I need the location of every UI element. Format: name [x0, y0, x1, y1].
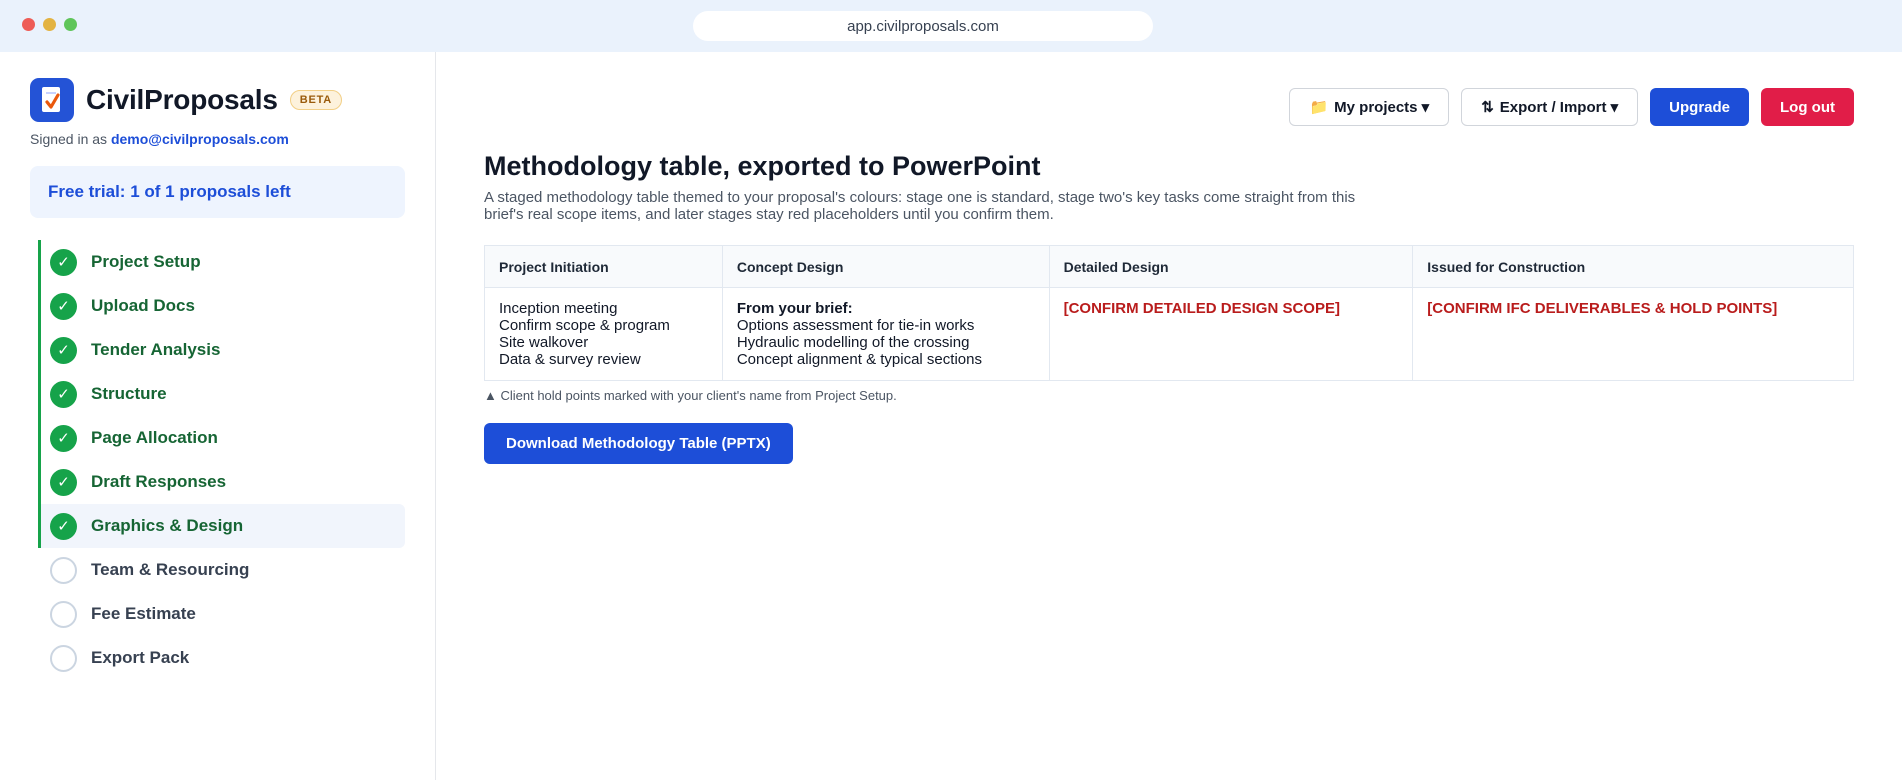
- table-header-row: Project Initiation Concept Design Detail…: [484, 245, 1854, 288]
- download-pptx-button[interactable]: Download Methodology Table (PPTX): [484, 423, 793, 464]
- address-bar[interactable]: app.civilproposals.com: [693, 11, 1153, 41]
- column-header: Issued for Construction: [1412, 245, 1854, 288]
- check-icon: ✓: [50, 248, 77, 276]
- concept-cell: From your brief: Options assessment for …: [721, 287, 1050, 381]
- task-item: Hydraulic modelling of the crossing: [736, 334, 970, 351]
- window-maximize-dot[interactable]: [64, 18, 77, 31]
- step-upload-docs[interactable]: ✓ Upload Docs: [38, 284, 405, 328]
- check-icon: ✓: [50, 292, 77, 320]
- main-content: 📁 My projects ▾ ⇅ Export / Import ▾ Upgr…: [437, 52, 1902, 780]
- upgrade-button[interactable]: Upgrade: [1650, 88, 1750, 126]
- step-project-setup[interactable]: ✓ Project Setup: [38, 240, 405, 284]
- my-projects-label: My projects ▾: [1334, 99, 1430, 116]
- check-icon: ✓: [50, 512, 77, 540]
- step-label: Draft Responses: [91, 472, 227, 491]
- brand: CivilProposals BETA: [30, 78, 343, 122]
- column-header: Concept Design: [721, 245, 1050, 288]
- hold-points-note: ▲ Client hold points marked with your cl…: [484, 388, 897, 403]
- methodology-table: Project Initiation Concept Design Detail…: [484, 245, 1854, 381]
- step-label: Team & Resourcing: [91, 560, 250, 579]
- placeholder-text: [CONFIRM DETAILED DESIGN SCOPE]: [1063, 300, 1340, 317]
- brand-logo-icon: [30, 78, 74, 122]
- signed-in-prefix: Signed in as: [30, 131, 108, 147]
- brand-name: CivilProposals: [86, 84, 278, 115]
- step-label: Structure: [91, 384, 167, 403]
- step-structure[interactable]: ✓ Structure: [38, 372, 405, 416]
- column-header: Project Initiation: [484, 245, 723, 288]
- sidebar: CivilProposals BETA Signed in as demo@ci…: [0, 52, 436, 780]
- signed-in-text: Signed in as demo@civilproposals.com: [30, 131, 289, 147]
- step-label: Export Pack: [91, 648, 190, 667]
- logout-button[interactable]: Log out: [1761, 88, 1854, 126]
- step-team-resourcing[interactable]: Team & Resourcing: [38, 548, 405, 592]
- user-email: demo@civilproposals.com: [110, 131, 289, 147]
- step-page-allocation[interactable]: ✓ Page Allocation: [38, 416, 405, 460]
- window-minimize-dot[interactable]: [43, 18, 56, 31]
- my-projects-button[interactable]: 📁 My projects ▾: [1289, 88, 1450, 126]
- empty-circle-icon: [50, 644, 77, 672]
- step-label: Page Allocation: [91, 428, 218, 447]
- step-tender-analysis[interactable]: ✓ Tender Analysis: [38, 328, 405, 372]
- free-trial-banner: Free trial: 1 of 1 proposals left: [30, 166, 405, 218]
- export-import-button[interactable]: ⇅ Export / Import ▾: [1461, 88, 1639, 126]
- step-label: Project Setup: [91, 252, 201, 271]
- step-export-pack[interactable]: Export Pack: [38, 636, 405, 680]
- page-title: Methodology table, exported to PowerPoin…: [484, 151, 1041, 181]
- check-icon: ✓: [50, 468, 77, 496]
- task-item: Site walkover: [499, 334, 589, 351]
- task-item: Data & survey review: [499, 351, 641, 368]
- ifc-cell: [CONFIRM IFC DELIVERABLES & HOLD POINTS]: [1412, 287, 1854, 381]
- task-item: Options assessment for tie-in works: [736, 317, 975, 334]
- column-header: Detailed Design: [1048, 245, 1414, 288]
- detailed-cell: [CONFIRM DETAILED DESIGN SCOPE]: [1048, 287, 1414, 381]
- beta-badge: BETA: [289, 90, 343, 110]
- window-close-dot[interactable]: [22, 18, 35, 31]
- step-draft-responses[interactable]: ✓ Draft Responses: [38, 460, 405, 504]
- empty-circle-icon: [50, 600, 77, 628]
- task-item: Inception meeting: [499, 300, 618, 317]
- brief-heading: From your brief:: [736, 300, 853, 317]
- check-icon: ✓: [50, 424, 77, 452]
- folder-icon: 📁: [1309, 99, 1329, 116]
- swap-arrows-icon: ⇅: [1481, 99, 1494, 116]
- task-item: Concept alignment & typical sections: [736, 351, 982, 368]
- check-icon: ✓: [50, 380, 77, 408]
- task-item: Confirm scope & program: [499, 317, 670, 334]
- step-label: Tender Analysis: [91, 340, 221, 359]
- top-toolbar: 📁 My projects ▾ ⇅ Export / Import ▾ Upgr…: [1289, 88, 1854, 126]
- step-graphics-design[interactable]: ✓ Graphics & Design: [38, 504, 405, 548]
- browser-chrome: app.civilproposals.com: [0, 0, 1902, 52]
- page-subtitle: A staged methodology table themed to you…: [484, 189, 1356, 223]
- placeholder-text: [CONFIRM IFC DELIVERABLES & HOLD POINTS]: [1427, 300, 1778, 317]
- empty-circle-icon: [50, 556, 77, 584]
- step-fee-estimate[interactable]: Fee Estimate: [38, 592, 405, 636]
- export-import-label: Export / Import ▾: [1499, 99, 1619, 116]
- workflow-steps: ✓ Project Setup ✓ Upload Docs ✓ Tender A…: [38, 240, 405, 680]
- check-icon: ✓: [50, 336, 77, 364]
- step-label: Upload Docs: [91, 296, 195, 315]
- initiation-cell: Inception meeting Confirm scope & progra…: [484, 287, 723, 381]
- step-label: Graphics & Design: [91, 516, 244, 535]
- table-row: Inception meeting Confirm scope & progra…: [484, 287, 1854, 381]
- step-label: Fee Estimate: [91, 604, 196, 623]
